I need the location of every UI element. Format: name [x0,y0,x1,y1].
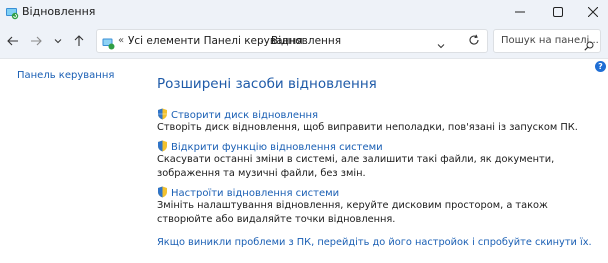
arrow-left-icon [7,36,18,46]
arrow-right-icon [31,36,42,46]
control-panel-icon [102,35,115,50]
title-bar: Відновлення [0,0,608,24]
navigation-bar: « Усі елементи Панелі керування › Віднов… [0,24,608,59]
recovery-app-icon [5,5,19,20]
task-description: Змініть налаштування відновлення, керуйт… [157,200,548,225]
page-title: Розширені засоби відновлення [157,76,377,92]
refresh-icon [469,34,479,45]
recent-locations-button[interactable] [49,32,67,50]
maximize-icon [553,7,563,17]
search-input[interactable]: Пошук на панелі... [493,29,601,53]
breadcrumb-separator[interactable]: › [260,35,264,46]
task-link-label[interactable]: Створити диск відновлення [171,110,318,121]
sidebar-link-control-panel[interactable]: Панель керування [17,70,114,81]
task-description: Створіть диск відновлення, щоб виправити… [157,122,578,133]
window-title: Відновлення [22,5,96,18]
forward-button[interactable] [27,32,45,50]
address-bar[interactable]: « Усі елементи Панелі керування › Віднов… [96,29,488,53]
reset-pc-link[interactable]: Якщо виникли проблеми з ПК, перейдіть до… [157,237,592,248]
up-button[interactable] [70,32,88,50]
address-overflow[interactable]: « [118,35,124,46]
close-button[interactable] [578,0,608,24]
task-link-label[interactable]: Відкрити функцію відновлення системи [171,142,383,153]
chevron-down-icon [54,39,62,44]
search-icon [584,36,594,55]
task-link-label[interactable]: Настроїти відновлення системи [171,188,339,199]
breadcrumb-recovery[interactable]: Відновлення [271,35,341,47]
minimize-icon [515,11,525,13]
maximize-button[interactable] [540,0,576,24]
help-icon[interactable]: ? [595,61,606,72]
back-button[interactable] [4,32,22,50]
refresh-button[interactable] [464,30,484,50]
close-icon [588,7,598,17]
chevron-down-icon [437,44,445,49]
address-dropdown-button[interactable] [436,36,446,55]
minimize-button[interactable] [502,0,538,24]
arrow-up-icon [74,35,84,46]
task-description: Скасувати останні зміни в системі, але з… [157,154,555,179]
